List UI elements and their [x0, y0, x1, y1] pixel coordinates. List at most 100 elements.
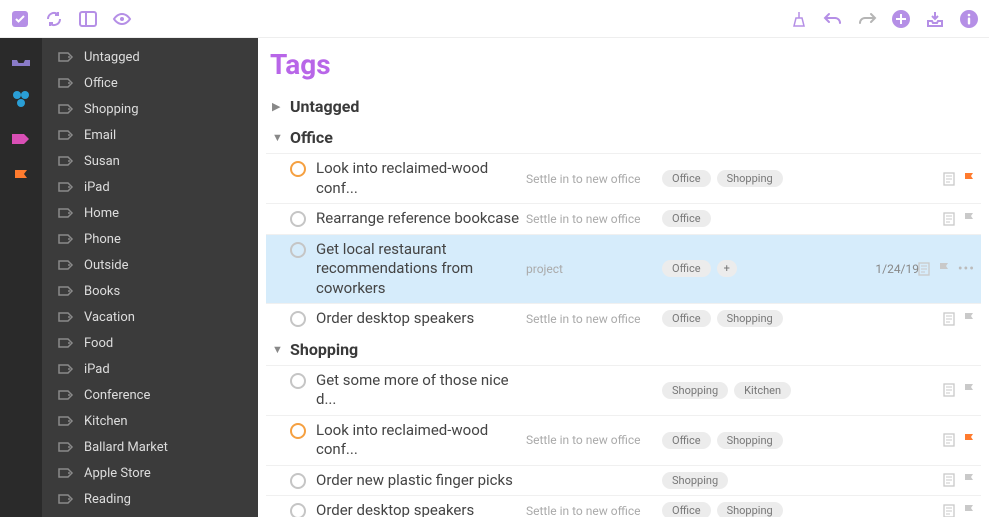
checkbox-icon[interactable] [10, 9, 30, 29]
sidebar-item[interactable]: Books [42, 278, 258, 304]
sidebar-item[interactable]: Vacation [42, 304, 258, 330]
sidebar-item[interactable]: Office [42, 70, 258, 96]
sidebar-item[interactable]: Apple Store [42, 460, 258, 486]
flag-icon[interactable] [963, 504, 975, 517]
sync-icon[interactable] [44, 9, 64, 29]
tag-pill[interactable]: Office [662, 310, 711, 327]
note-icon[interactable] [943, 433, 955, 447]
tag-icon [58, 285, 74, 297]
tag-pill[interactable]: Shopping [662, 472, 728, 489]
sidebar-item-label: Books [84, 284, 120, 299]
more-icon[interactable]: ••• [958, 261, 975, 277]
flag-icon[interactable] [963, 212, 975, 226]
tag-pill[interactable]: Shopping [717, 310, 783, 327]
sidebar-item-label: Ballard Market [84, 440, 168, 455]
task-project: Settle in to new office [526, 172, 656, 186]
sidebar-item[interactable]: Kitchen [42, 408, 258, 434]
flag-icon[interactable] [963, 473, 975, 487]
sidebar-item-label: Conference [84, 388, 150, 403]
sidebar-item[interactable]: Susan [42, 148, 258, 174]
sidebar-item[interactable]: Email [42, 122, 258, 148]
disclosure-icon: ▼ [272, 343, 284, 356]
sidebar-item[interactable]: Reading [42, 486, 258, 512]
note-icon[interactable] [943, 172, 955, 186]
flagged-tab-icon[interactable] [10, 168, 32, 190]
task-row[interactable]: Order desktop speakersSettle in to new o… [266, 303, 981, 334]
sidebar-item[interactable]: Conference [42, 382, 258, 408]
note-icon[interactable] [943, 473, 955, 487]
task-row[interactable]: Rearrange reference bookcaseSettle in to… [266, 203, 981, 234]
flag-icon[interactable] [963, 433, 975, 447]
sidebar-item[interactable]: Cats [42, 512, 258, 517]
sidebar-item-label: Outside [84, 258, 128, 273]
tag-pill[interactable]: Office [662, 260, 711, 277]
flag-icon[interactable] [963, 172, 975, 186]
tag-pill[interactable]: Office [662, 170, 711, 187]
tag-pill[interactable]: Shopping [717, 502, 783, 517]
flag-icon[interactable] [938, 262, 950, 276]
add-tag-pill[interactable]: + [717, 260, 737, 277]
task-row[interactable]: Look into reclaimed-wood conf...Settle i… [266, 415, 981, 465]
note-icon[interactable] [943, 383, 955, 397]
sidebar-item[interactable]: Shopping [42, 96, 258, 122]
tag-icon [58, 389, 74, 401]
task-checkbox[interactable] [290, 373, 306, 389]
sidebar-item[interactable]: Ballard Market [42, 434, 258, 460]
task-row[interactable]: Order new plastic finger picksShopping [266, 465, 981, 496]
info-icon[interactable] [959, 9, 979, 29]
sidebar-item[interactable]: Food [42, 330, 258, 356]
tag-pill[interactable]: Office [662, 432, 711, 449]
flag-icon[interactable] [963, 312, 975, 326]
tag-pill[interactable]: Shopping [717, 432, 783, 449]
projects-tab-icon[interactable] [10, 88, 32, 110]
cleanup-icon[interactable] [789, 9, 809, 29]
note-icon[interactable] [918, 262, 930, 276]
task-title-col: Look into reclaimed-wood conf... [316, 421, 526, 460]
sidebar-item[interactable]: Phone [42, 226, 258, 252]
note-icon[interactable] [943, 504, 955, 517]
sidebar-item[interactable]: Home [42, 200, 258, 226]
inbox-icon[interactable] [925, 9, 945, 29]
task-checkbox[interactable] [290, 503, 306, 517]
task-row[interactable]: Order desktop speakersSettle in to new o… [266, 495, 981, 517]
sidebar-item[interactable]: iPad [42, 174, 258, 200]
inbox-tab-icon[interactable] [10, 48, 32, 70]
sidebar-item[interactable]: Outside [42, 252, 258, 278]
tag-pill[interactable]: Kitchen [734, 382, 791, 399]
add-icon[interactable] [891, 9, 911, 29]
sidebar-item[interactable]: Untagged [42, 44, 258, 70]
tag-pill[interactable]: Shopping [662, 382, 728, 399]
tag-pill[interactable]: Office [662, 210, 711, 227]
tag-pill[interactable]: Office [662, 502, 711, 517]
sidebar-item-label: Phone [84, 232, 121, 247]
task-row[interactable]: Look into reclaimed-wood conf...Settle i… [266, 153, 981, 203]
section-header[interactable]: ▼Shopping [266, 334, 981, 365]
task-row[interactable]: Get local restaurant recommen­dations fr… [266, 234, 981, 304]
sidebar-item-label: Office [84, 76, 118, 91]
note-icon[interactable] [943, 312, 955, 326]
task-checkbox[interactable] [290, 242, 306, 258]
task-checkbox[interactable] [290, 161, 306, 177]
flag-icon[interactable] [963, 383, 975, 397]
task-checkbox[interactable] [290, 211, 306, 227]
task-title: Rearrange reference bookcase [316, 209, 526, 229]
tags-tab-icon[interactable] [10, 128, 32, 150]
undo-icon[interactable] [823, 9, 843, 29]
task-row[interactable]: Get some more of those nice d...Shopping… [266, 365, 981, 415]
task-checkbox[interactable] [290, 473, 306, 489]
task-actions [919, 172, 977, 186]
task-checkbox[interactable] [290, 423, 306, 439]
task-actions [919, 433, 977, 447]
task-checkbox[interactable] [290, 311, 306, 327]
section-header[interactable]: ▶Untagged [266, 91, 981, 122]
tag-icon [58, 363, 74, 375]
note-icon[interactable] [943, 212, 955, 226]
content: Tags ▶Untagged▼OfficeLook into reclaimed… [258, 38, 989, 517]
tag-pill[interactable]: Shopping [717, 170, 783, 187]
tag-icon [58, 129, 74, 141]
sidebar-item[interactable]: iPad [42, 356, 258, 382]
sidebar-toggle-icon[interactable] [78, 9, 98, 29]
redo-icon[interactable] [857, 9, 877, 29]
section-header[interactable]: ▼Office [266, 122, 981, 153]
eye-icon[interactable] [112, 9, 132, 29]
